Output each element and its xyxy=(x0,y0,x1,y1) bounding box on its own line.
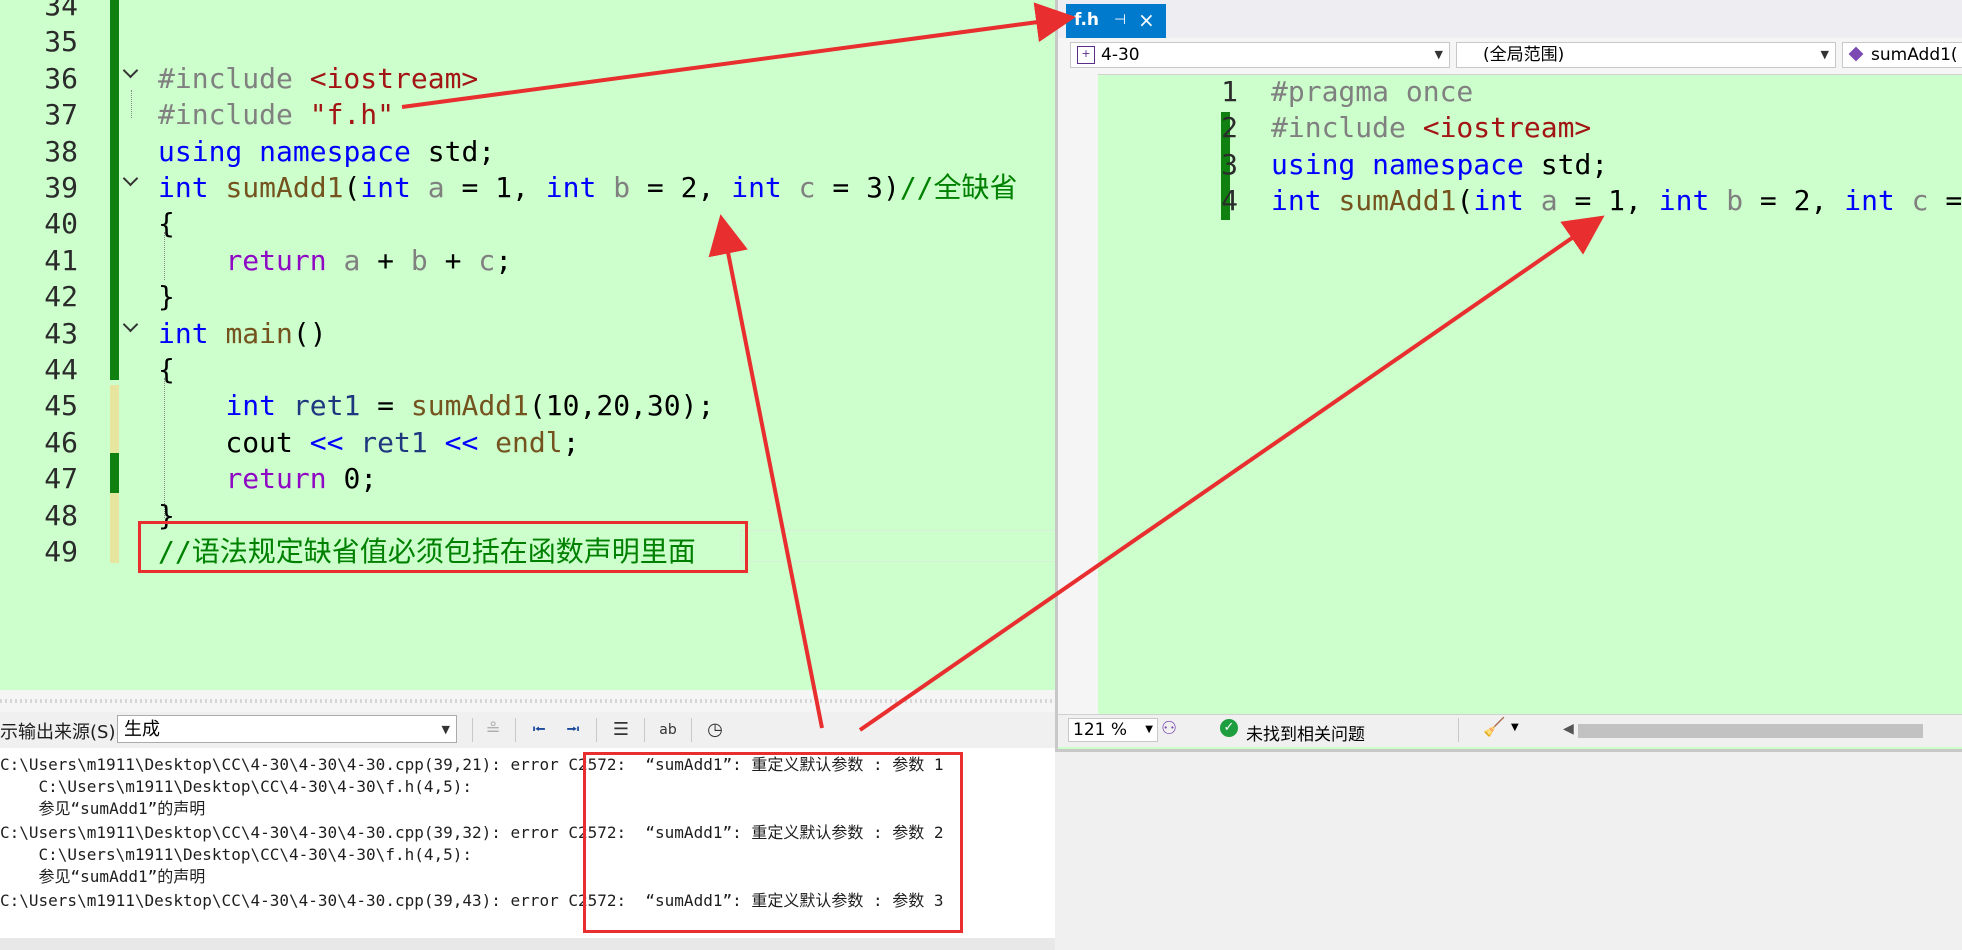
annotation-arrows xyxy=(401,2,1605,732)
arrow-to-default-params xyxy=(708,214,824,729)
arrow-to-header-declaration xyxy=(858,215,1605,732)
arrow-to-fh-tab xyxy=(401,2,1076,109)
